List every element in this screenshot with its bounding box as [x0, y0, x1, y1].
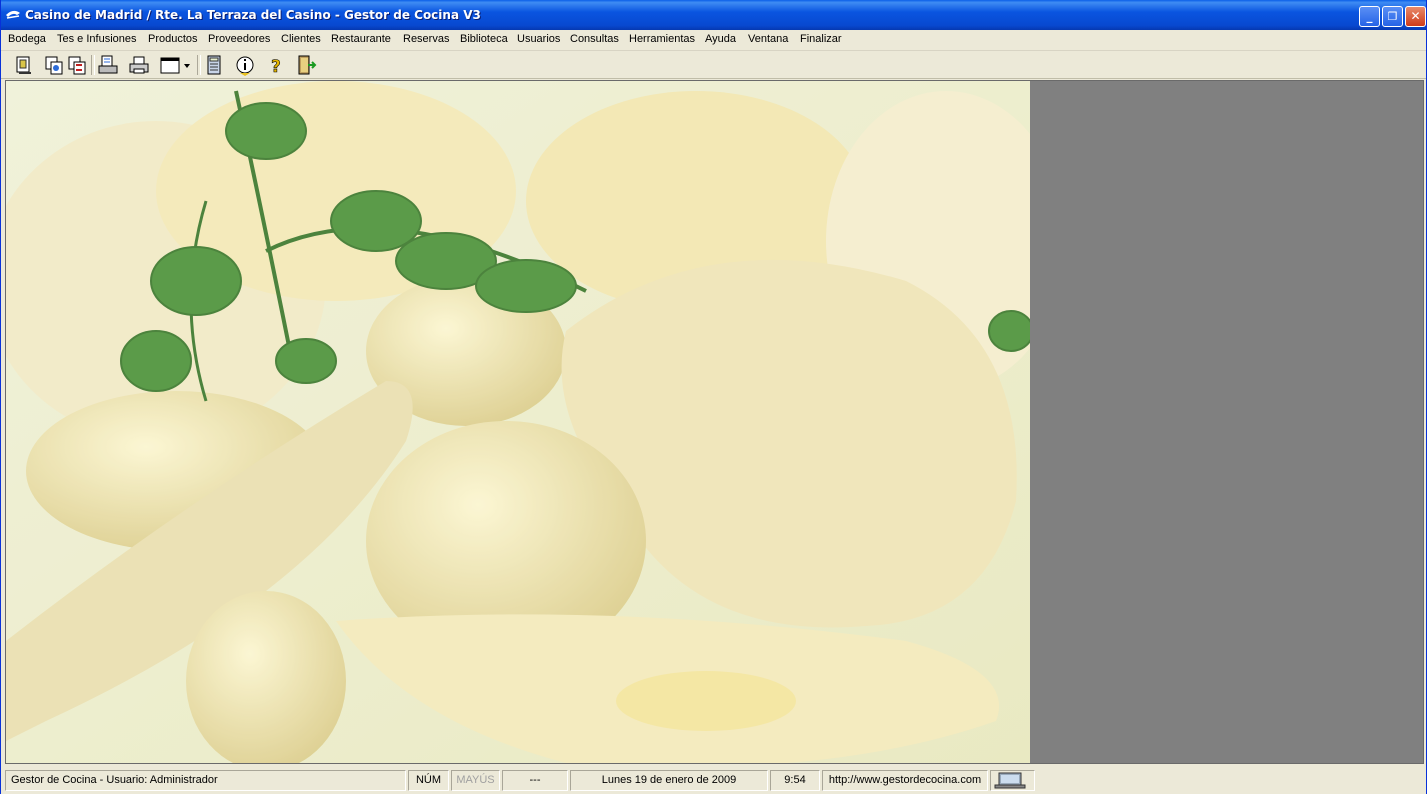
title-bar[interactable]: Casino de Madrid / Rte. La Terraza del C… [1, 0, 1426, 30]
exit-icon[interactable] [296, 54, 318, 76]
menu-clientes[interactable]: Clientes [281, 33, 321, 45]
menu-herramientas[interactable]: Herramientas [629, 33, 695, 45]
food-photo [6, 81, 1030, 763]
menu-proveedores[interactable]: Proveedores [208, 33, 270, 45]
network-icon [994, 772, 1026, 789]
menu-bodega[interactable]: Bodega [8, 33, 46, 45]
report-icon[interactable] [97, 54, 119, 76]
menu-reservas[interactable]: Reservas [403, 33, 449, 45]
toolbar-separator [197, 55, 201, 75]
window-title: Casino de Madrid / Rte. La Terraza del C… [25, 8, 481, 22]
close-button[interactable]: ✕ [1405, 6, 1426, 27]
menu-finalizar[interactable]: Finalizar [800, 33, 842, 45]
minimize-button[interactable]: _ [1359, 6, 1380, 27]
status-user: Gestor de Cocina - Usuario: Administrado… [5, 770, 406, 791]
minimize-icon: _ [1366, 9, 1373, 23]
window-icon[interactable] [159, 54, 193, 76]
glass-icon[interactable] [13, 54, 35, 76]
menu-ayuda[interactable]: Ayuda [705, 33, 736, 45]
menu-ventana[interactable]: Ventana [748, 33, 788, 45]
status-scroll: --- [502, 770, 568, 791]
menu-restaurante[interactable]: Restaurante [331, 33, 391, 45]
svg-text:?: ? [271, 57, 281, 76]
status-bar: Gestor de Cocina - Usuario: Administrado… [1, 767, 1426, 794]
menu-productos[interactable]: Productos [148, 33, 198, 45]
status-time: 9:54 [770, 770, 820, 791]
calculator-icon[interactable] [203, 54, 225, 76]
toolbar: ? [1, 51, 1426, 79]
help-icon[interactable]: ? [265, 54, 287, 76]
status-caps: MAYÚS [451, 770, 500, 791]
print-icon[interactable] [128, 54, 150, 76]
restore-icon: ❐ [1387, 10, 1398, 23]
toolbar-separator [91, 55, 95, 75]
swap-icon[interactable] [66, 54, 88, 76]
status-network[interactable] [990, 770, 1035, 791]
menu-biblioteca[interactable]: Biblioteca [460, 33, 508, 45]
status-num: NÚM [408, 770, 449, 791]
mdi-workspace [5, 80, 1424, 764]
close-icon: ✕ [1410, 9, 1421, 23]
menu-tes-infusiones[interactable]: Tes e Infusiones [57, 33, 137, 45]
menu-consultas[interactable]: Consultas [570, 33, 619, 45]
status-date: Lunes 19 de enero de 2009 [570, 770, 768, 791]
info-icon[interactable] [234, 54, 256, 76]
app-window: Casino de Madrid / Rte. La Terraza del C… [0, 0, 1427, 794]
status-url[interactable]: http://www.gestordecocina.com [822, 770, 988, 791]
menu-usuarios[interactable]: Usuarios [517, 33, 560, 45]
app-icon[interactable] [5, 8, 21, 22]
food-photo-illustration [6, 81, 1030, 763]
copy-icon[interactable] [43, 54, 65, 76]
restore-button[interactable]: ❐ [1382, 6, 1403, 27]
menu-bar: Bodega Tes e Infusiones Productos Provee… [1, 30, 1426, 51]
